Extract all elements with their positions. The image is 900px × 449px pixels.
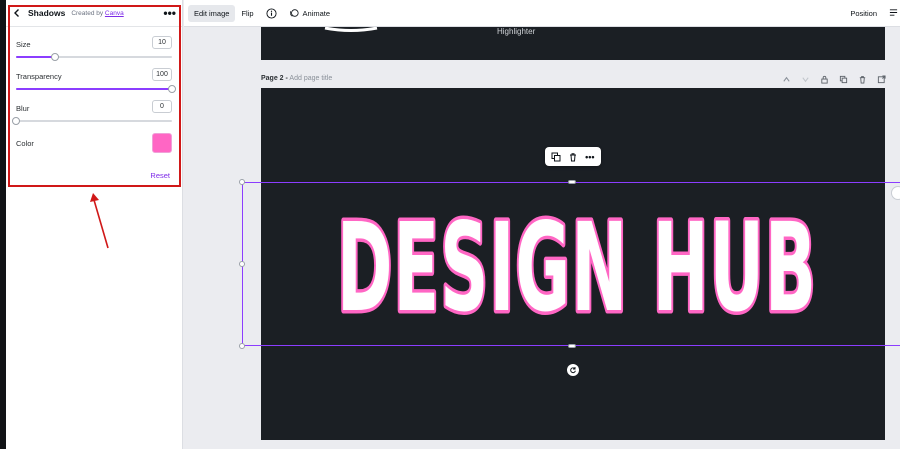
panel-divider	[6, 26, 182, 27]
created-by-text: Created by	[71, 9, 104, 17]
more-menu-button[interactable]: •••	[585, 152, 594, 161]
blur-value-input[interactable]: 0	[152, 100, 172, 113]
page-number: Page 2 -	[261, 75, 288, 82]
animate-button[interactable]: Animate	[289, 8, 331, 18]
resize-handle-left[interactable]	[239, 261, 245, 267]
transparency-slider-thumb[interactable]	[168, 85, 176, 93]
size-slider-thumb[interactable]	[51, 53, 59, 61]
delete-page-icon[interactable]	[858, 75, 867, 84]
page-1-canvas[interactable]: Highlighter	[261, 27, 885, 60]
trash-icon[interactable]	[568, 152, 578, 162]
blur-slider[interactable]	[12, 117, 172, 125]
page-2-label: Page 2 - Add page title	[261, 75, 332, 82]
duplicate-page-icon[interactable]	[839, 75, 848, 84]
color-control: Color	[16, 133, 172, 153]
color-label: Color	[16, 139, 34, 148]
flip-button[interactable]: Flip	[235, 5, 259, 22]
duplicate-icon[interactable]	[551, 152, 561, 162]
element-context-menu: •••	[545, 147, 601, 166]
chevron-left-icon[interactable]	[12, 8, 22, 18]
comment-bubble-icon[interactable]	[891, 186, 900, 200]
rotate-handle[interactable]	[567, 364, 579, 376]
add-page-icon[interactable]	[877, 74, 886, 84]
transparency-slider-fill	[16, 88, 172, 90]
color-swatch[interactable]	[152, 133, 172, 153]
page-tools	[782, 73, 886, 85]
creator-link[interactable]: Canva	[105, 10, 124, 17]
resize-handle-bottom[interactable]	[568, 344, 576, 348]
page-1-scribble	[324, 27, 378, 32]
info-icon[interactable]	[265, 7, 277, 19]
size-slider-fill	[16, 56, 55, 58]
blur-slider-thumb[interactable]	[12, 117, 20, 125]
panel-title: Shadows	[28, 8, 66, 18]
edit-image-button[interactable]: Edit image	[188, 4, 236, 22]
panel-credit: Created by Canva	[71, 10, 123, 17]
chevron-up-icon[interactable]	[782, 75, 791, 84]
panel-header: Shadows Created by Canva •••	[6, 0, 182, 26]
resize-handle-bottom-left[interactable]	[239, 343, 245, 349]
lock-icon[interactable]	[820, 75, 829, 84]
resize-handle-top-left[interactable]	[239, 179, 245, 185]
add-page-title-input[interactable]: Add page title	[289, 75, 332, 82]
annotation-arrow-icon	[90, 193, 109, 249]
page-1-text: Highlighter	[497, 27, 536, 36]
position-button[interactable]: Position	[850, 9, 877, 18]
animate-label: Animate	[302, 8, 331, 18]
blur-label: Blur	[16, 104, 30, 113]
selection-box	[242, 182, 900, 346]
transparency-value-input[interactable]: 100	[152, 68, 172, 81]
size-slider[interactable]	[16, 53, 172, 61]
animate-icon	[289, 9, 299, 17]
overflow-icon[interactable]	[889, 8, 898, 17]
chevron-down-icon[interactable]	[801, 75, 810, 84]
transparency-label: Transparency	[16, 72, 62, 81]
more-options-button[interactable]: •••	[163, 7, 176, 19]
size-label: Size	[16, 40, 31, 49]
editor-toolbar: Edit image Flip Animate Position	[184, 0, 900, 27]
size-value-input[interactable]: 10	[152, 36, 172, 49]
rotate-icon	[570, 366, 576, 374]
reset-button[interactable]: Reset	[150, 171, 170, 180]
resize-handle-top[interactable]	[568, 180, 576, 184]
transparency-slider[interactable]	[16, 85, 176, 93]
